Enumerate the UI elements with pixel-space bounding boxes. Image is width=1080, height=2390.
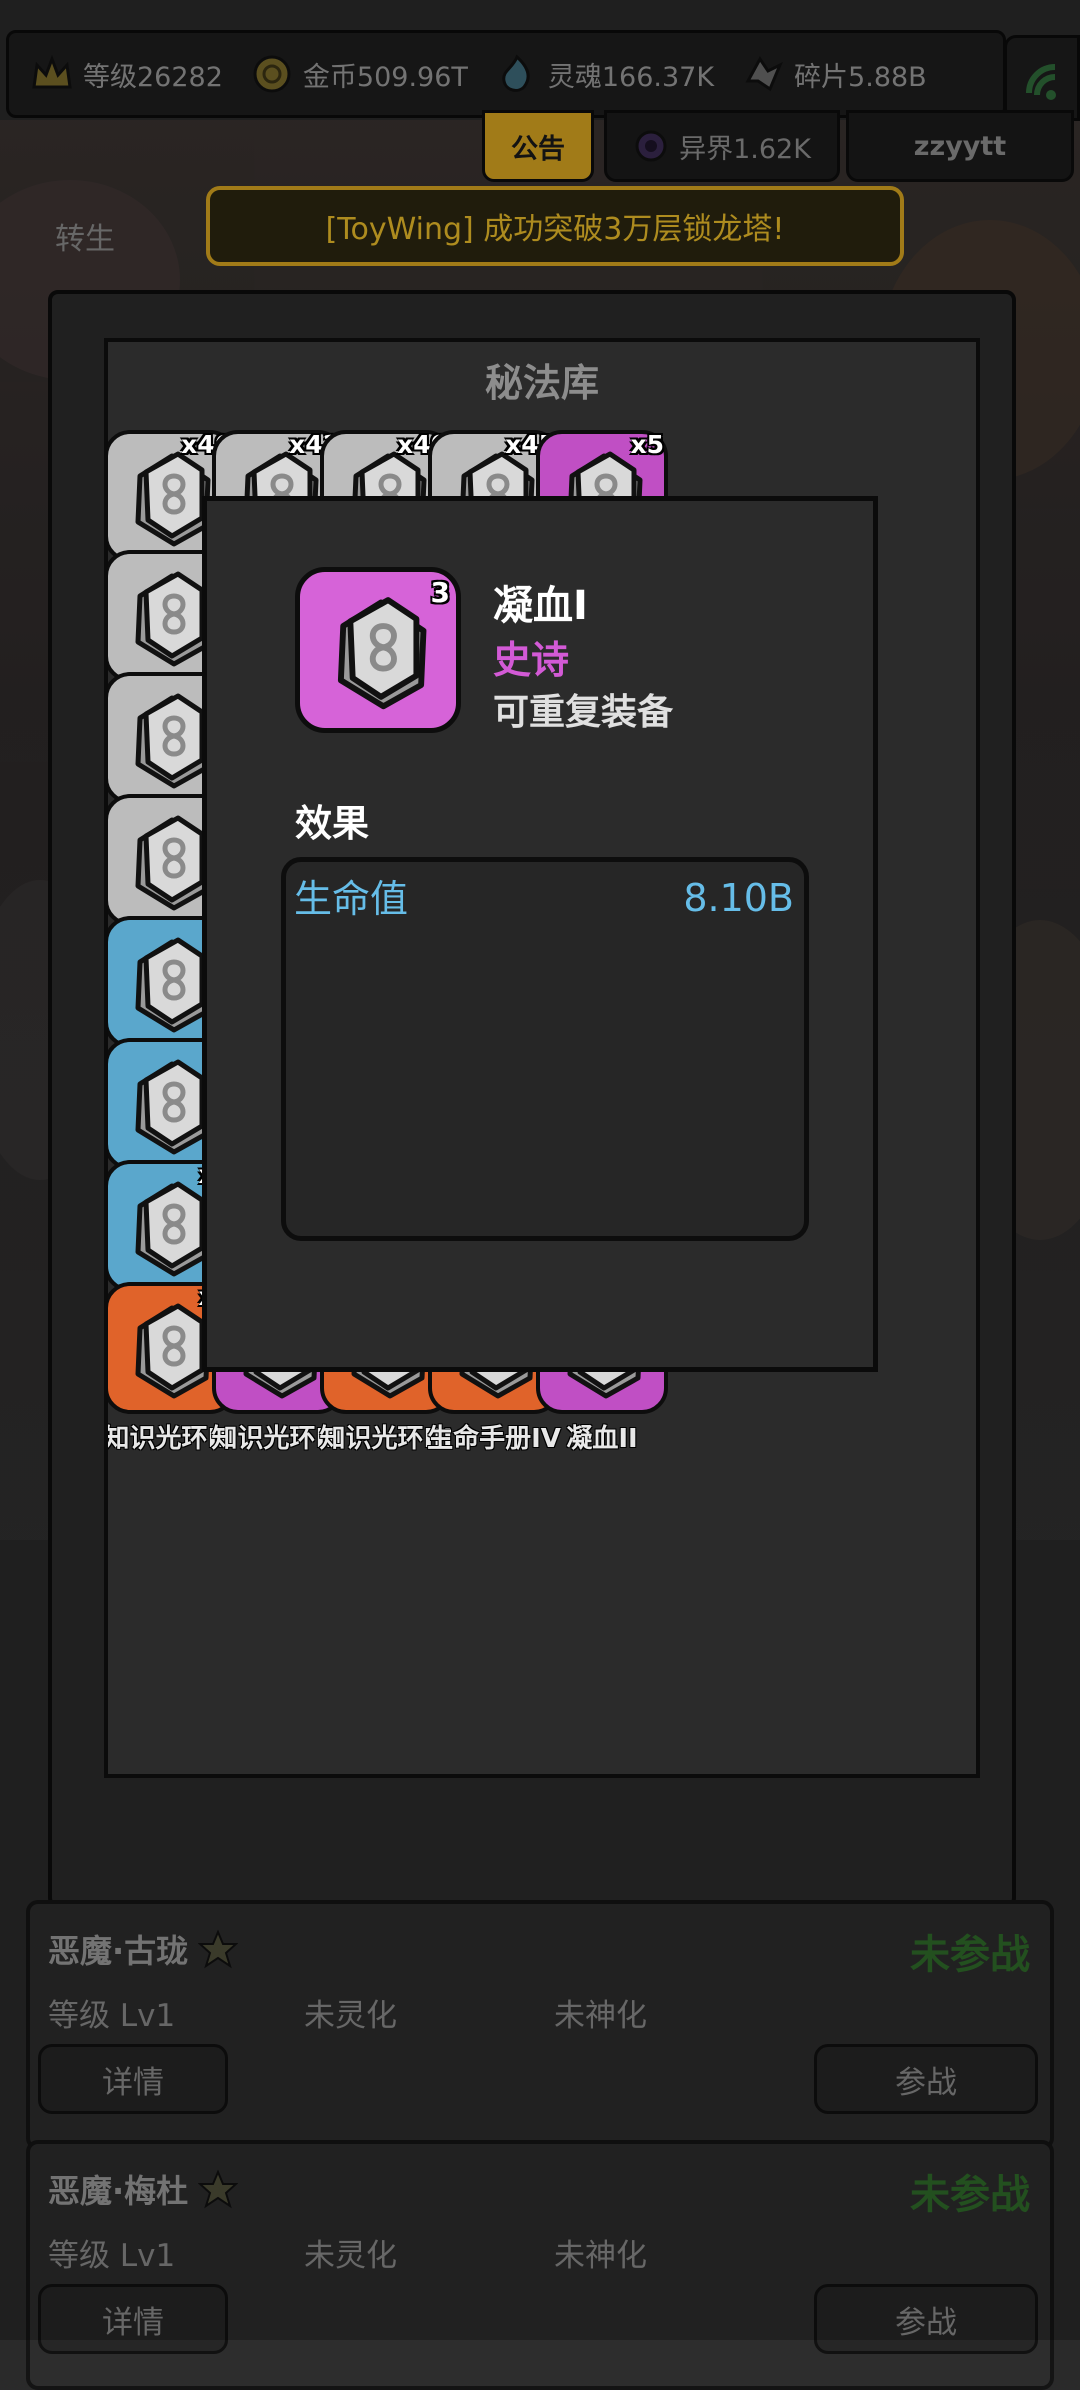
gold-value: 金币509.96T [302, 61, 468, 93]
hero-divine: 未神化 [554, 2238, 647, 2274]
spell-name: 凝血II [566, 1424, 638, 1454]
rebirth-button[interactable]: 转生 [30, 138, 140, 258]
item-detail-popup: 3 凝血I 史诗 可重复装备 效果 生命值 8.10B [202, 496, 878, 1372]
gold-stat: 金币509.96T [249, 51, 468, 97]
hero-status: 未参战 [910, 1932, 1030, 1978]
tab-user[interactable]: zzyytt [846, 110, 1074, 182]
hero-level: 等级 Lv1 [48, 1998, 176, 2034]
resource-bar: 等级26282 金币509.96T 灵魂166.37K 碎片5.88B [6, 30, 1006, 118]
item-name: 凝血I [493, 583, 588, 629]
effect-stat-value: 8.10B [683, 876, 794, 920]
hero-detail-button[interactable]: 详情 [38, 2044, 228, 2114]
hero-status: 未参战 [910, 2172, 1030, 2218]
tab-notice-label: 公告 [511, 133, 565, 165]
item-rarity: 史诗 [493, 638, 570, 682]
crown-icon [32, 54, 72, 89]
soul-value: 灵魂166.37K [547, 61, 715, 93]
username-label: zzyytt [913, 130, 1007, 162]
portal-icon [635, 130, 667, 162]
shard-icon [745, 56, 783, 92]
level-stat: 等级26282 [29, 51, 223, 97]
soul-stat: 灵魂166.37K [494, 51, 714, 97]
effect-title: 效果 [295, 802, 369, 845]
coin-icon [253, 55, 291, 93]
spell-count: x5 [630, 430, 664, 459]
announcement-text: [ToyWing] 成功突破3万层锁龙塔! [325, 212, 785, 247]
hero-join-button[interactable]: 参战 [814, 2044, 1038, 2114]
star-icon [198, 2169, 239, 2209]
hero-card: 恶魔·古珑 未参战 等级 Lv1 未灵化 未神化 详情 参战 [26, 1900, 1054, 2150]
hero-join-button[interactable]: 参战 [814, 2284, 1038, 2354]
effect-box: 生命值 8.10B [281, 857, 809, 1241]
signal-indicator [1004, 35, 1080, 121]
item-repeatable: 可重复装备 [493, 692, 674, 733]
hero-spirit: 未灵化 [304, 2238, 397, 2274]
item-detail-icon: 3 [295, 567, 461, 733]
hero-card: 恶魔·梅杜 未参战 等级 Lv1 未灵化 未神化 详情 参战 [26, 2140, 1054, 2390]
star-icon [198, 1929, 239, 1969]
soul-icon [502, 54, 530, 92]
tab-otherworld-label: 异界1.62K [679, 133, 811, 165]
hero-name: 恶魔·古珑 [48, 1926, 239, 1972]
spellbook-icon [337, 597, 427, 710]
rebirth-label: 转生 [55, 222, 115, 257]
hero-spirit: 未灵化 [304, 1998, 397, 2034]
tab-notice[interactable]: 公告 [482, 110, 594, 182]
level-value: 等级26282 [83, 61, 223, 93]
announcement-banner: [ToyWing] 成功突破3万层锁龙塔! [206, 186, 904, 266]
tab-otherworld[interactable]: 异界1.62K [604, 110, 840, 182]
shard-value: 碎片5.88B [794, 61, 927, 93]
effect-stat-name: 生命值 [294, 877, 409, 921]
wifi-icon [1026, 64, 1056, 100]
hero-divine: 未神化 [554, 1998, 647, 2034]
library-title: 秘法库 [484, 361, 599, 405]
hero-name: 恶魔·梅杜 [48, 2166, 239, 2212]
shard-stat: 碎片5.88B [740, 51, 927, 97]
hero-detail-button[interactable]: 详情 [38, 2284, 228, 2354]
item-level-badge: 3 [430, 576, 450, 609]
hero-level: 等级 Lv1 [48, 2238, 176, 2274]
